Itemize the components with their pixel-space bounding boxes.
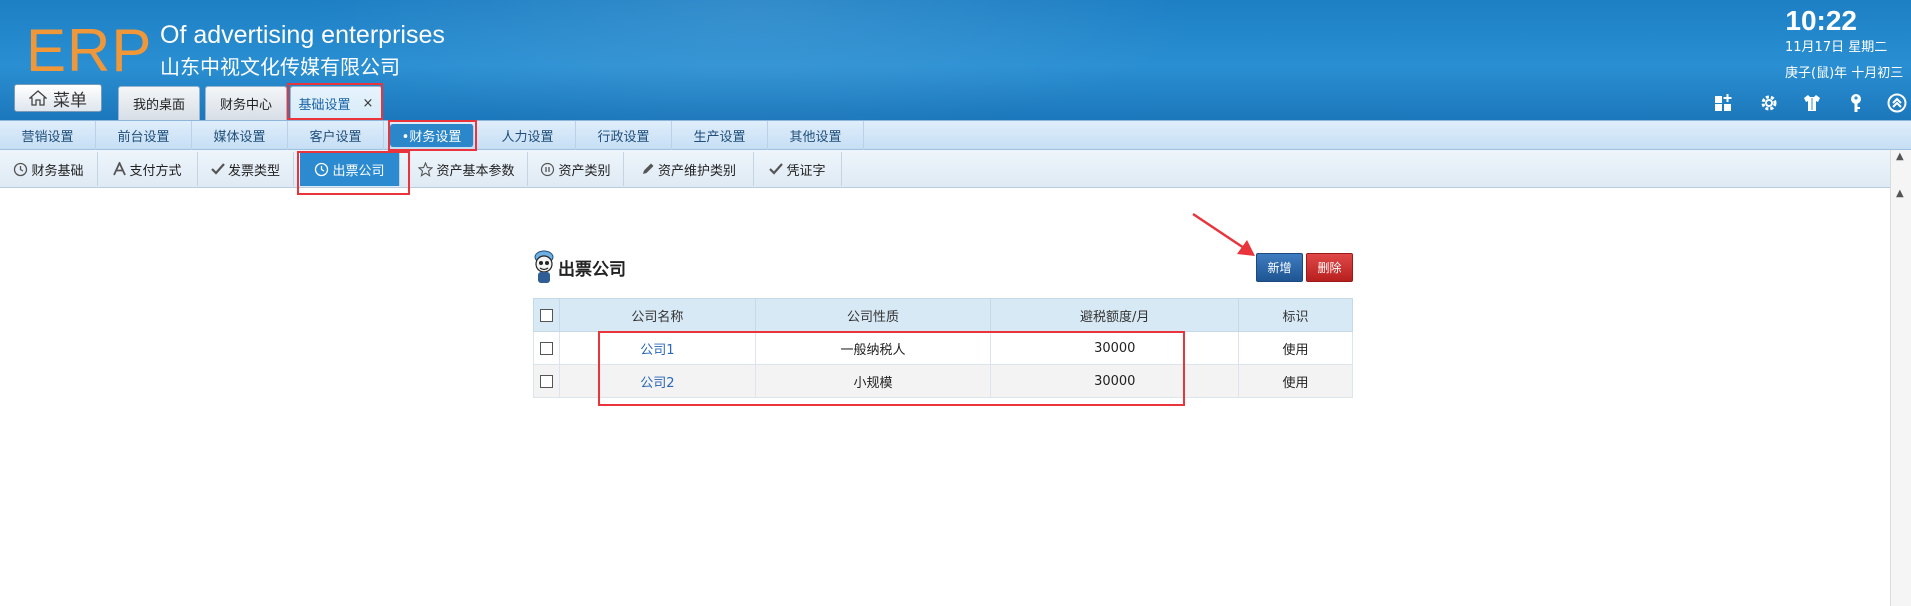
tab-basic-settings[interactable]: 基础设置 × <box>290 86 382 120</box>
pause-circle-icon <box>541 162 555 176</box>
subtab-label: 支付方式 <box>129 163 182 179</box>
category-label: 其他设置 <box>789 130 842 145</box>
table-header-row: 公司名称 公司性质 避税额度/月 标识 <box>533 298 1353 332</box>
date-lunar: 庚子(鼠)年 十月初三 <box>1785 66 1904 81</box>
subtab-asset-category[interactable]: 资产类别 <box>528 152 624 186</box>
app-header: ERP Of advertising enterprises 山东中视文化传媒有… <box>0 0 1911 120</box>
category-front-desk[interactable]: 前台设置 <box>96 121 192 150</box>
row-checkbox[interactable] <box>539 341 553 355</box>
category-marketing[interactable]: 营销设置 <box>0 121 96 150</box>
category-label: 人力设置 <box>501 130 554 145</box>
vertical-scrollbar[interactable]: ▲ ▲ <box>1890 150 1911 606</box>
company-name-link[interactable]: 公司2 <box>640 376 674 391</box>
category-finance[interactable]: •财务设置 <box>390 124 474 147</box>
category-label: 行政设置 <box>597 130 650 145</box>
category-label: 客户设置 <box>309 130 362 145</box>
category-label: 生产设置 <box>693 130 746 145</box>
table-row: 公司1 一般纳税人 30000 使用 <box>533 331 1353 365</box>
subtab-asset-maintenance[interactable]: 资产维护类别 <box>624 152 754 186</box>
category-label: •财务设置 <box>401 130 462 145</box>
category-admin[interactable]: 行政设置 <box>576 121 672 150</box>
column-header: 公司名称 <box>558 298 756 332</box>
pencil-icon <box>642 163 654 174</box>
subtab-label: 财务基础 <box>31 163 84 179</box>
tab-label: 财务中心 <box>219 98 272 113</box>
tab-finance-center[interactable]: 财务中心 <box>205 86 287 120</box>
category-production[interactable]: 生产设置 <box>672 121 768 150</box>
category-media[interactable]: 媒体设置 <box>192 121 288 150</box>
sub-tab-bar: 财务基础 支付方式 发票类型 出票公司 资产基本参数 资产类别 资产维护类别 凭… <box>0 150 1890 188</box>
company-name-cell: 公司2 <box>558 364 756 398</box>
category-label: 媒体设置 <box>213 130 266 145</box>
row-select-cell <box>533 364 560 398</box>
subtab-label: 资产维护类别 <box>657 163 736 179</box>
column-header: 避税额度/月 <box>990 298 1240 332</box>
clock-icon <box>14 162 28 176</box>
gear-icon[interactable] <box>1758 92 1780 114</box>
category-hr[interactable]: 人力设置 <box>480 121 576 150</box>
tab-label: 我的桌面 <box>132 98 185 113</box>
panel-title: 出票公司 <box>558 260 626 280</box>
scroll-up-icon[interactable]: ▲ <box>1896 151 1904 162</box>
company-name-link[interactable]: 公司1 <box>640 343 674 358</box>
mascot-icon <box>533 249 555 289</box>
font-a-icon <box>113 162 127 176</box>
chevron-up-icon[interactable] <box>1886 92 1908 114</box>
key-icon[interactable] <box>1845 92 1867 114</box>
subtab-label: 出票公司 <box>332 163 385 179</box>
company-name-cell: 公司1 <box>558 331 756 365</box>
tab-label: 基础设置 <box>298 98 351 113</box>
tab-my-desktop[interactable]: 我的桌面 <box>118 86 200 120</box>
subtab-label: 资产基本参数 <box>436 163 515 179</box>
row-select-cell <box>533 331 560 365</box>
close-icon[interactable]: × <box>363 96 374 111</box>
scroll-up-icon[interactable]: ▲ <box>1896 188 1904 199</box>
home-icon <box>29 90 47 106</box>
subtab-label: 发票类型 <box>227 163 280 179</box>
column-header: 标识 <box>1238 298 1353 332</box>
subtab-invoice-type[interactable]: 发票类型 <box>198 152 294 186</box>
subtab-voucher-word[interactable]: 凭证字 <box>754 152 842 186</box>
company-name-cn: 山东中视文化传媒有限公司 <box>160 55 400 79</box>
row-checkbox[interactable] <box>539 374 553 388</box>
subtab-label: 凭证字 <box>786 163 826 179</box>
menu-label: 菜单 <box>53 90 87 111</box>
arrow-annotation-icon <box>1192 212 1255 256</box>
app-logo: ERP <box>26 17 153 84</box>
flag-cell: 使用 <box>1238 364 1353 398</box>
quota-cell: 30000 <box>990 331 1240 365</box>
menu-button[interactable]: 菜单 <box>14 84 102 112</box>
check-icon <box>211 163 225 175</box>
category-label: 前台设置 <box>117 130 170 145</box>
subtab-label: 资产类别 <box>558 163 611 179</box>
table-row: 公司2 小规模 30000 使用 <box>533 364 1353 398</box>
company-type-cell: 一般纳税人 <box>754 331 992 365</box>
clock-time: 10:22 <box>1785 5 1857 36</box>
date-gregorian: 11月17日 星期二 <box>1785 40 1888 55</box>
category-other[interactable]: 其他设置 <box>768 121 864 150</box>
subtab-invoicing-company[interactable]: 出票公司 <box>300 152 400 186</box>
quota-cell: 30000 <box>990 364 1240 398</box>
company-type-cell: 小规模 <box>754 364 992 398</box>
delete-button[interactable]: 删除 <box>1306 253 1353 282</box>
check-icon <box>769 163 784 175</box>
shirt-icon[interactable] <box>1801 92 1823 114</box>
category-label: 营销设置 <box>21 130 74 145</box>
dashboard-icon[interactable] <box>1713 92 1735 114</box>
subtab-asset-parameters[interactable]: 资产基本参数 <box>406 152 528 186</box>
star-icon <box>418 161 434 177</box>
select-all-checkbox[interactable] <box>539 308 553 322</box>
subtab-finance-basics[interactable]: 财务基础 <box>0 152 98 186</box>
flag-cell: 使用 <box>1238 331 1353 365</box>
clock-icon <box>315 162 329 176</box>
company-name-en: Of advertising enterprises <box>160 21 445 49</box>
company-table: 公司名称 公司性质 避税额度/月 标识 公司1 一般纳税人 30000 使用 公… <box>533 298 1353 398</box>
column-header: 公司性质 <box>754 298 992 332</box>
select-all-cell <box>533 298 560 332</box>
category-bar: 营销设置 前台设置 媒体设置 客户设置 •财务设置 人力设置 行政设置 生产设置… <box>0 120 1911 150</box>
erp-window: ERP Of advertising enterprises 山东中视文化传媒有… <box>0 0 1911 606</box>
category-customer[interactable]: 客户设置 <box>288 121 384 150</box>
subtab-payment-method[interactable]: 支付方式 <box>98 152 198 186</box>
